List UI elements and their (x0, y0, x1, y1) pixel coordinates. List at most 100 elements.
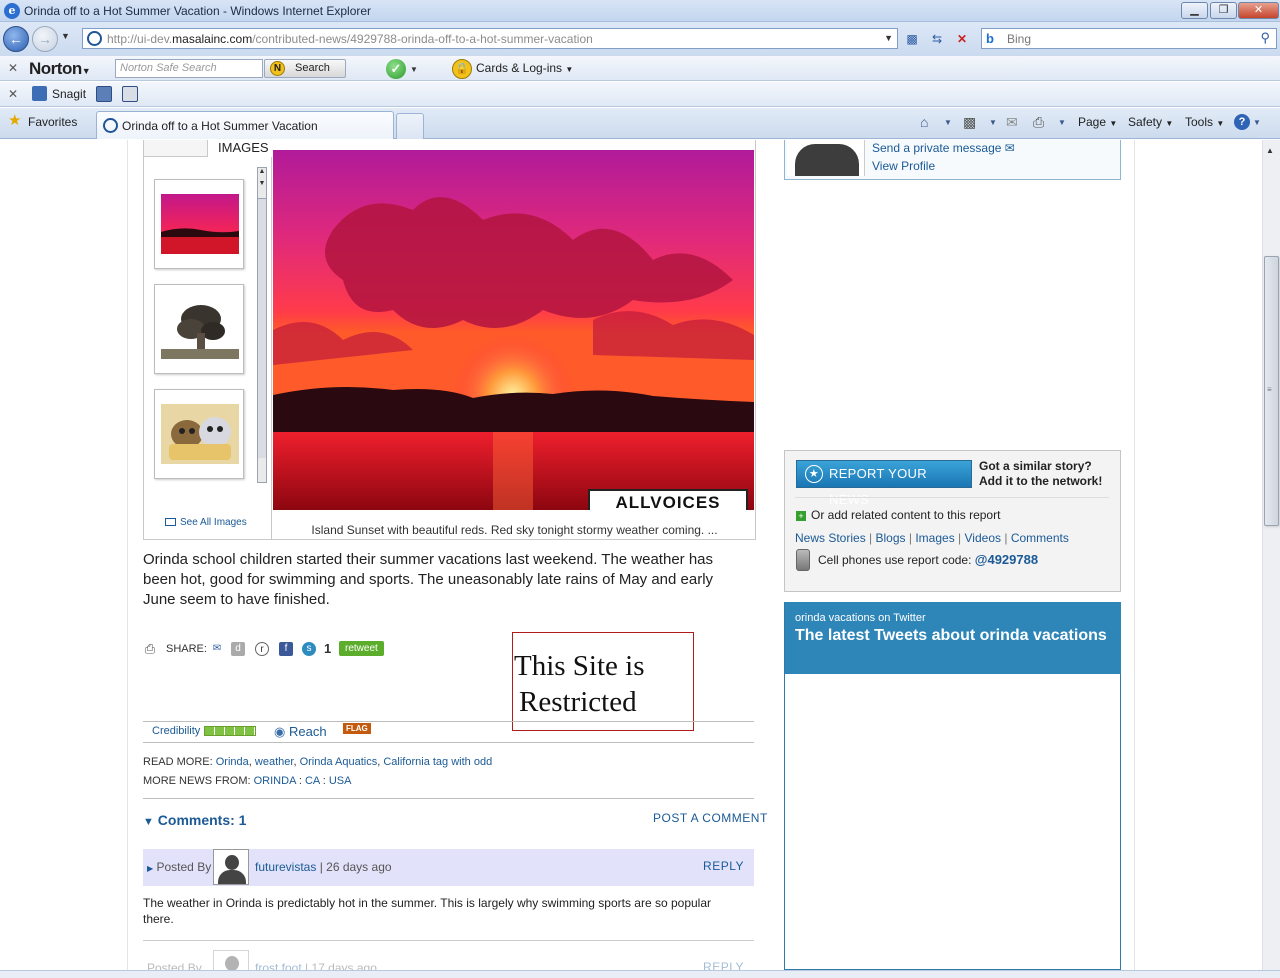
address-input[interactable]: http://ui-dev.masalainc.com/contributed-… (82, 28, 898, 49)
close-toolbar-icon[interactable]: ✕ (8, 61, 18, 75)
reach-link[interactable]: ◉ Reach (274, 724, 327, 740)
mail-icon[interactable]: ✉ (1006, 114, 1018, 131)
thumbnail-explosion[interactable] (154, 284, 244, 374)
facebook-icon[interactable]: f (279, 642, 293, 656)
main-photo[interactable]: ALLVOICES (273, 150, 754, 510)
credibility-label[interactable]: Credibility (152, 725, 200, 737)
print-icon[interactable]: ⎙ (143, 642, 157, 656)
link-news-stories[interactable]: News Stories (795, 531, 866, 545)
tag-link-california[interactable]: California tag with odd (383, 756, 492, 768)
reply-link[interactable]: REPLY (703, 859, 744, 873)
print-dropdown-icon[interactable]: ▼ (1058, 118, 1066, 127)
report-news-box: ★ REPORT YOUR NEWS Got a similar story? A… (784, 450, 1121, 592)
flag-button[interactable]: FLAG (343, 723, 371, 734)
reddit-icon[interactable]: r (255, 642, 269, 656)
stumbleupon-icon[interactable]: s (302, 642, 316, 656)
feeds-dropdown-icon[interactable]: ▼ (989, 118, 997, 127)
reply-link[interactable]: REPLY (703, 960, 744, 970)
home-dropdown-icon[interactable]: ▼ (944, 118, 952, 127)
norton-toolbar: ✕ Norton▼ Norton Safe Search N Search ✓ ▼… (0, 56, 1280, 81)
safe-check-icon[interactable]: ✓ (386, 59, 406, 79)
news-link-ca[interactable]: CA (305, 775, 320, 787)
page-scrollbar[interactable]: ▲ ≡ (1262, 140, 1280, 970)
compatibility-view-icon[interactable]: ▩ (903, 30, 921, 48)
norton-logo[interactable]: Norton▼ (29, 59, 91, 79)
norton-search-input[interactable]: Norton Safe Search (115, 59, 263, 78)
credibility-meter (204, 726, 256, 736)
norton-search-button[interactable]: N Search (264, 59, 346, 78)
favorites-star-icon: ★ (8, 112, 22, 129)
twitter-subtitle: orinda vacations on Twitter (795, 612, 926, 624)
home-icon[interactable]: ⌂ (920, 114, 928, 130)
refresh-icon[interactable]: ⇆ (928, 30, 946, 48)
minimize-button[interactable]: ▁ (1181, 2, 1208, 19)
close-button[interactable]: ✕ (1238, 2, 1279, 19)
digg-icon[interactable]: d (231, 642, 245, 656)
forward-button[interactable]: → (32, 26, 58, 52)
view-profile-link[interactable]: View Profile (872, 159, 935, 173)
maximize-button[interactable]: ❐ (1210, 2, 1237, 19)
gallery-tab[interactable] (144, 140, 208, 157)
safety-menu[interactable]: Safety ▼ (1128, 115, 1173, 129)
feeds-icon[interactable]: ▩ (963, 114, 976, 131)
author-avatar[interactable] (787, 140, 865, 176)
recent-pages-dropdown-icon[interactable]: ▼ (61, 31, 70, 41)
tools-menu[interactable]: Tools ▼ (1185, 115, 1224, 129)
comment-user-link[interactable]: futurevistas (255, 860, 316, 874)
back-button[interactable]: ← (3, 26, 29, 52)
link-comments[interactable]: Comments (1011, 531, 1069, 545)
address-bar-row: ← → ▼ http://ui-dev.masalainc.com/contri… (0, 22, 1280, 56)
twitter-title: The latest Tweets about orinda vacations (795, 627, 1107, 644)
stop-icon[interactable]: ✕ (953, 30, 971, 48)
close-toolbar-icon[interactable]: ✕ (8, 87, 18, 101)
comment-user-link[interactable]: frost foot (255, 961, 302, 970)
snagit-button[interactable]: Snagit (32, 85, 86, 103)
article-body: Orinda school children started their sum… (143, 551, 714, 608)
avatar[interactable] (213, 849, 249, 885)
tag-link-weather[interactable]: weather (255, 756, 294, 768)
favorites-button[interactable]: ★ Favorites (8, 112, 77, 130)
cell-phone-code: Cell phones use report code: @4929788 (796, 549, 1038, 571)
email-share-icon[interactable]: ✉ (210, 642, 224, 656)
post-comment-link[interactable]: POST A COMMENT (653, 811, 768, 825)
retweet-button[interactable]: retweet (339, 641, 384, 656)
clipboard-icon[interactable] (122, 86, 138, 102)
comment-header: ▶ Posted By futurevistas | 26 days ago R… (143, 849, 754, 886)
help-dropdown-icon[interactable]: ▼ (1253, 118, 1261, 127)
help-icon[interactable]: ? (1234, 114, 1250, 130)
thumb-scroll-up-icon[interactable]: ▲ (258, 168, 266, 175)
thumbnail-scrollbar[interactable]: ▲ ▼ (257, 167, 267, 483)
thumbnail-kittens[interactable] (154, 389, 244, 479)
scroll-up-icon[interactable]: ▲ (1266, 146, 1274, 155)
comments-toggle[interactable]: ▼ Comments: 1 (143, 812, 246, 828)
report-your-news-button[interactable]: ★ REPORT YOUR NEWS (796, 460, 972, 507)
news-link-usa[interactable]: USA (329, 775, 352, 787)
scroll-grip-icon: ≡ (1267, 385, 1272, 394)
envelope-icon: ✉ (1004, 141, 1015, 155)
news-link-orinda[interactable]: ORINDA (254, 775, 296, 787)
calendar-icon[interactable] (96, 86, 112, 102)
search-icon[interactable]: ⚲ (1260, 30, 1270, 46)
print-icon[interactable]: ⎙ (1033, 114, 1044, 131)
safe-check-dropdown-icon[interactable]: ▼ (410, 65, 418, 74)
page-menu[interactable]: Page ▼ (1078, 115, 1117, 129)
thumb-scroll-down-icon[interactable]: ▼ (258, 180, 266, 187)
new-tab-button[interactable] (396, 113, 424, 139)
add-related-content[interactable]: + Or add related content to this report (796, 508, 1000, 522)
norton-n-icon: N (270, 61, 285, 76)
tag-link-orinda-aquatics[interactable]: Orinda Aquatics (300, 756, 378, 768)
send-message-link[interactable]: Send a private message ✉ (872, 141, 1015, 155)
search-input[interactable]: b Bing ⚲ (981, 28, 1277, 49)
link-blogs[interactable]: Blogs (876, 531, 906, 545)
thumbnail-sunset[interactable] (154, 179, 244, 269)
tab-active[interactable]: Orinda off to a Hot Summer Vacation (96, 111, 394, 139)
link-images[interactable]: Images (915, 531, 954, 545)
see-all-images-link[interactable]: See All Images (165, 517, 247, 528)
tab-favicon-icon (103, 118, 118, 133)
tag-link-orinda[interactable]: Orinda (216, 756, 249, 768)
address-dropdown-icon[interactable]: ▼ (884, 33, 893, 43)
cards-logins-button[interactable]: 🔒 Cards & Log-ins ▼ (452, 59, 573, 79)
thumbnail-scroll-thumb[interactable] (258, 198, 266, 458)
avatar[interactable] (213, 950, 249, 970)
link-videos[interactable]: Videos (965, 531, 1001, 545)
